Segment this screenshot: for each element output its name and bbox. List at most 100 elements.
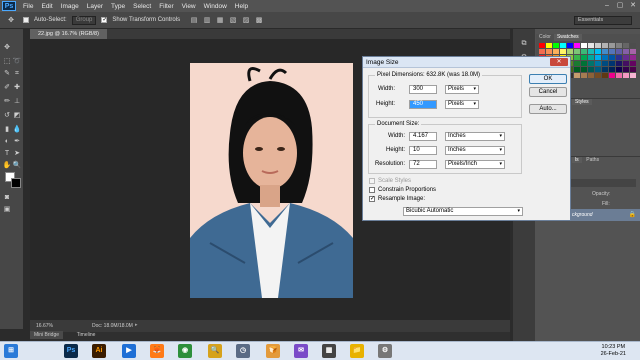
illustrator-taskbar-icon[interactable]: Ai [92, 344, 106, 358]
tab-paths[interactable]: Paths [583, 157, 602, 163]
color-swatch[interactable] [539, 49, 545, 54]
color-swatch[interactable] [630, 73, 636, 78]
tab-swatches[interactable]: Swatches [553, 34, 582, 41]
color-swatch[interactable] [588, 61, 594, 66]
color-swatch[interactable] [630, 61, 636, 66]
search-taskbar-icon[interactable]: 🔍 [208, 344, 222, 358]
minimize-icon[interactable]: – [602, 1, 612, 10]
menu-filter[interactable]: Filter [159, 3, 173, 10]
color-swatch[interactable] [630, 43, 636, 48]
color-swatch[interactable] [609, 67, 615, 72]
color-swatch[interactable] [567, 49, 573, 54]
color-swatch[interactable] [560, 43, 566, 48]
color-swatch[interactable] [616, 67, 622, 72]
type-icon[interactable]: T [2, 149, 12, 158]
folder-taskbar-icon[interactable]: 📁 [350, 344, 364, 358]
auto-button[interactable]: Auto... [529, 104, 567, 114]
color-swatch[interactable] [623, 67, 629, 72]
history-panel-icon[interactable]: ⧉ [519, 39, 529, 48]
align-right-icon[interactable]: ▩ [254, 16, 264, 25]
zoom-icon[interactable]: 🔍 [12, 161, 22, 170]
color-swatch[interactable] [539, 43, 545, 48]
color-swatch[interactable] [623, 73, 629, 78]
color-swatch[interactable] [595, 55, 601, 60]
px-width-unit-select[interactable]: Pixels [445, 85, 479, 94]
bread-taskbar-icon[interactable]: 🍞 [266, 344, 280, 358]
color-swatch[interactable] [574, 49, 580, 54]
crop-icon[interactable]: ⌗ [12, 69, 22, 78]
align-middle-icon[interactable]: ▥ [202, 16, 212, 25]
clock-app-taskbar-icon[interactable]: ◷ [236, 344, 250, 358]
app-taskbar-icon[interactable]: ▦ [322, 344, 336, 358]
zoom-level[interactable]: 16.67% [36, 323, 53, 329]
color-swatch[interactable] [595, 49, 601, 54]
color-swatch[interactable] [588, 55, 594, 60]
color-swatch[interactable] [623, 61, 629, 66]
pen-icon[interactable]: ✒ [12, 137, 22, 146]
firefox-taskbar-icon[interactable]: 🦊 [150, 344, 164, 358]
maximize-icon[interactable]: ▢ [615, 1, 625, 10]
ok-button[interactable]: OK [529, 74, 567, 84]
tab-layers[interactable]: ls [572, 157, 582, 163]
start-button[interactable]: ⊞ [4, 344, 18, 358]
align-bottom-icon[interactable]: ▦ [215, 16, 225, 25]
resample-image-checkbox[interactable] [369, 195, 375, 202]
status-menu-icon[interactable]: ▸ [135, 322, 138, 328]
marquee-icon[interactable]: ⬚ [2, 57, 12, 66]
color-swatch[interactable] [616, 73, 622, 78]
color-swatch[interactable] [581, 61, 587, 66]
dialog-close-button[interactable]: ✕ [550, 58, 568, 66]
resample-method-select[interactable]: Bicubic Automatic [403, 207, 523, 216]
cancel-button[interactable]: Cancel [529, 87, 567, 97]
menu-view[interactable]: View [182, 3, 196, 10]
history-brush-icon[interactable]: ↺ [2, 111, 12, 120]
gradient-icon[interactable]: ▮ [2, 125, 12, 134]
mail-taskbar-icon[interactable]: ✉ [294, 344, 308, 358]
photoshop-taskbar-icon[interactable]: Ps [64, 344, 78, 358]
color-swatch[interactable] [553, 49, 559, 54]
brush-icon[interactable]: ✏ [2, 97, 12, 106]
color-swatch[interactable] [609, 49, 615, 54]
color-swatch[interactable] [630, 49, 636, 54]
color-swatch[interactable] [623, 55, 629, 60]
quick-mask-icon[interactable]: ◙ [2, 193, 12, 202]
color-swatch[interactable] [609, 43, 615, 48]
system-clock[interactable]: 10:23 PM 26-Feb-21 [601, 344, 626, 358]
background-color-swatch[interactable] [11, 178, 21, 188]
tab-styles[interactable]: Styles [572, 99, 592, 105]
color-swatch[interactable] [574, 55, 580, 60]
color-swatch[interactable] [609, 61, 615, 66]
color-swatch[interactable] [602, 43, 608, 48]
color-swatch[interactable] [581, 55, 587, 60]
hand-icon[interactable]: ✋ [2, 161, 12, 170]
color-swatch[interactable] [574, 73, 580, 78]
eyedropper-icon[interactable]: ✐ [2, 83, 12, 92]
align-center-icon[interactable]: ▨ [241, 16, 251, 25]
color-swatch[interactable] [616, 61, 622, 66]
color-swatch[interactable] [588, 73, 594, 78]
color-swatch[interactable] [546, 43, 552, 48]
menu-type[interactable]: Type [111, 3, 125, 10]
align-top-icon[interactable]: ▤ [189, 16, 199, 25]
color-swatch[interactable] [595, 43, 601, 48]
color-swatch[interactable] [567, 43, 573, 48]
constrain-proportions-checkbox[interactable] [369, 187, 375, 193]
document-tab[interactable]: 22.jpg @ 16.7% (RGB/8) [30, 29, 107, 39]
color-swatch[interactable] [581, 73, 587, 78]
color-swatch[interactable] [560, 49, 566, 54]
color-swatch[interactable] [630, 67, 636, 72]
color-swatch[interactable] [588, 43, 594, 48]
move-icon[interactable]: ✥ [2, 43, 12, 52]
px-height-input[interactable]: 450 [409, 100, 437, 109]
color-swatch[interactable] [609, 73, 615, 78]
transform-controls-checkbox[interactable] [101, 17, 108, 23]
resolution-unit-select[interactable]: Pixels/Inch [445, 160, 505, 169]
color-swatch[interactable] [581, 67, 587, 72]
align-left-icon[interactable]: ▧ [228, 16, 238, 25]
healing-icon[interactable]: ✚ [12, 83, 22, 92]
color-swatch[interactable] [546, 49, 552, 54]
doc-width-input[interactable]: 4.167 [409, 132, 437, 141]
color-swatch[interactable] [574, 67, 580, 72]
color-swatch[interactable] [602, 49, 608, 54]
color-swatch[interactable] [602, 61, 608, 66]
